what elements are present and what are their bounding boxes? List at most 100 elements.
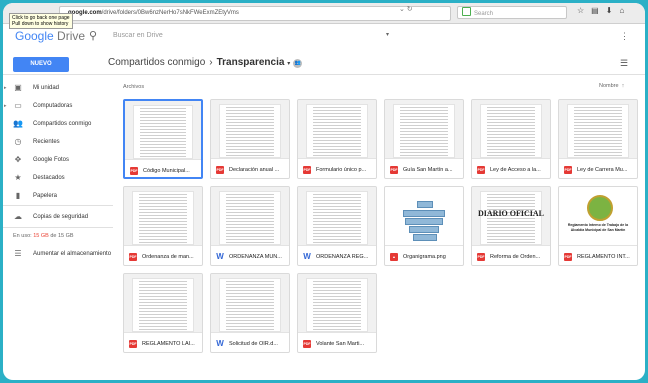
address-bar[interactable]: google.com/drive/folders/0Bw6nzNerHo7sNk… bbox=[59, 6, 451, 21]
page-preview bbox=[480, 104, 542, 158]
sidebar-divider bbox=[3, 227, 113, 228]
drive-logo[interactable]: Google Drive bbox=[15, 29, 85, 43]
file-name: REGLAMENTO INT... bbox=[577, 254, 630, 260]
sidebar-divider bbox=[3, 205, 113, 206]
cloud-icon: ☁ bbox=[14, 212, 22, 221]
page-preview bbox=[219, 104, 281, 158]
pdf-file-icon: PDF bbox=[564, 253, 572, 261]
search-options-icon[interactable]: ▾ bbox=[386, 31, 389, 38]
file-tile[interactable]: PDF Declaración anual ... bbox=[210, 99, 290, 179]
new-button[interactable]: NUEVO bbox=[13, 57, 69, 72]
apps-grid-icon[interactable]: ⋮⋮ bbox=[620, 31, 645, 41]
file-area: Archivos Nombre ↑ PDF Código Municipal...… bbox=[115, 77, 645, 380]
file-tile[interactable]: PDF Formulario único p... bbox=[297, 99, 377, 179]
header-icons: ⋮⋮ bbox=[620, 31, 645, 42]
file-tile[interactable]: PDF REGLAMENTO LAI... bbox=[123, 273, 203, 353]
expand-icon[interactable]: ▸ bbox=[4, 99, 7, 113]
file-thumbnail bbox=[125, 101, 201, 159]
browser-search-box[interactable]: Search bbox=[457, 6, 567, 19]
file-footer: PDF Guía San Martín a... bbox=[385, 158, 463, 178]
file-tile[interactable]: DIARIO OFICIAL PDF Reforma de Orden... bbox=[471, 186, 551, 266]
sidebar-item-label: Aumentar el almacenamiento bbox=[33, 251, 112, 257]
home-icon[interactable]: ⌂ bbox=[619, 6, 631, 15]
page-preview bbox=[132, 191, 194, 245]
expand-icon[interactable]: ▸ bbox=[4, 81, 7, 95]
file-thumbnail bbox=[385, 187, 463, 245]
file-footer: W ORDENANZA REG... bbox=[298, 245, 376, 265]
reglamento-title: Reglamento Interno de Trabajo de la Alca… bbox=[567, 223, 629, 232]
file-name: Código Municipal... bbox=[143, 168, 190, 174]
pdf-file-icon: PDF bbox=[477, 166, 485, 174]
sidebar-item-backups[interactable]: ☁ Copias de seguridad bbox=[3, 210, 113, 224]
sidebar-item-label: Compartidos conmigo bbox=[33, 121, 92, 127]
back-button-tooltip: Click to go back one page Pull down to s… bbox=[9, 13, 73, 29]
drive-search[interactable]: ⚲ Buscar en Drive ▾ bbox=[89, 29, 389, 45]
pdf-file-icon: PDF bbox=[216, 166, 224, 174]
file-footer: PDF Formulario único p... bbox=[298, 158, 376, 178]
breadcrumb-parent[interactable]: Compartidos conmigo bbox=[108, 57, 205, 68]
sidebar-item-google-fotos[interactable]: ✥ Google Fotos bbox=[3, 153, 113, 167]
sort-arrow-icon[interactable]: ↑ bbox=[622, 83, 625, 89]
sidebar-item-recientes[interactable]: ◷ Recientes bbox=[3, 135, 113, 149]
upgrade-storage-link[interactable]: ☰ Aumentar el almacenamiento bbox=[3, 247, 113, 261]
download-icon[interactable]: ⬇ bbox=[606, 6, 620, 15]
sort-control[interactable]: Nombre ↑ bbox=[599, 83, 624, 89]
municipal-seal-icon bbox=[587, 195, 613, 221]
bookmark-star-icon[interactable]: ☆ bbox=[577, 6, 591, 15]
file-tile[interactable]: PDF Guía San Martín a... bbox=[384, 99, 464, 179]
sidebar-item-computadoras[interactable]: ▸ ▭ Computadoras bbox=[3, 99, 113, 113]
file-name: Solicitud de OIR.d... bbox=[229, 341, 278, 347]
page-preview bbox=[306, 278, 368, 332]
pinwheel-icon: ✥ bbox=[14, 155, 22, 164]
search-engine-icon bbox=[462, 7, 471, 16]
file-tile[interactable]: PDF Ordenanza de man... bbox=[123, 186, 203, 266]
storage-suffix: de 15 GB bbox=[50, 233, 74, 239]
reload-icon[interactable]: ⌄ ↻ bbox=[399, 5, 413, 13]
file-tile[interactable]: ▲ Organigrama.png bbox=[384, 186, 464, 266]
file-tile[interactable]: Reglamento Interno de Trabajo de la Alca… bbox=[558, 186, 638, 266]
sidebar-item-destacados[interactable]: ★ Destacados bbox=[3, 171, 113, 185]
file-tile[interactable]: W Solicitud de OIR.d... bbox=[210, 273, 290, 353]
list-view-icon[interactable]: ☰ bbox=[620, 58, 640, 68]
word-file-icon: W bbox=[216, 252, 224, 261]
section-label: Archivos bbox=[123, 84, 145, 90]
sidebar-item-mi-unidad[interactable]: ▸ ▣ Mi unidad bbox=[3, 81, 113, 95]
page-preview bbox=[306, 104, 368, 158]
folder-menu-icon[interactable]: ▾ bbox=[287, 61, 290, 67]
file-tile[interactable]: PDF Volante San Marti... bbox=[297, 273, 377, 353]
browser-toolbar: google.com/drive/folders/0Bw6nzNerHo7sNk… bbox=[3, 3, 645, 24]
storage-prefix: En uso: bbox=[13, 233, 32, 239]
drive-search-input[interactable]: Buscar en Drive bbox=[113, 32, 163, 39]
sidebar-item-papelera[interactable]: ▮ Papelera bbox=[3, 189, 113, 203]
search-icon[interactable]: ⚲ bbox=[89, 29, 97, 42]
breadcrumb-current[interactable]: Transparencia bbox=[217, 57, 285, 68]
file-tile[interactable]: PDF Código Municipal... bbox=[123, 99, 203, 179]
breadcrumb-separator-icon: › bbox=[209, 57, 213, 68]
tooltip-line: Pull down to show history bbox=[12, 21, 69, 27]
file-name: Ley de Acceso a la... bbox=[490, 167, 541, 173]
page-preview bbox=[219, 191, 281, 245]
sidebar-item-label: Papelera bbox=[33, 193, 58, 199]
file-tile[interactable]: PDF Ley de Acceso a la... bbox=[471, 99, 551, 179]
file-thumbnail: Reglamento Interno de Trabajo de la Alca… bbox=[559, 187, 637, 245]
file-tile[interactable]: W ORDENANZA MUN... bbox=[210, 186, 290, 266]
file-thumbnail bbox=[211, 187, 289, 245]
sidebar-item-compartidos[interactable]: 👥 Compartidos conmigo bbox=[3, 117, 113, 131]
file-thumbnail bbox=[385, 100, 463, 158]
file-tile[interactable]: PDF Ley de Carrera Mu... bbox=[558, 99, 638, 179]
org-chart-thumbnail bbox=[399, 201, 449, 241]
file-name: ORDENANZA MUN... bbox=[229, 254, 282, 260]
sidebar-item-label: Google Fotos bbox=[33, 157, 70, 163]
page-preview bbox=[133, 105, 193, 159]
file-thumbnail bbox=[298, 187, 376, 245]
file-name: Volante San Marti... bbox=[316, 341, 364, 347]
reading-list-icon[interactable]: ▤ bbox=[591, 6, 606, 15]
drive-header: Google Drive ⚲ Buscar en Drive ▾ ⋮⋮ bbox=[3, 24, 645, 50]
trash-icon: ▮ bbox=[15, 191, 21, 200]
shared-folder-icon[interactable]: 👥 bbox=[293, 59, 303, 68]
page-preview bbox=[480, 191, 542, 245]
file-footer: PDF Reforma de Orden... bbox=[472, 245, 550, 265]
file-thumbnail bbox=[298, 274, 376, 332]
file-tile[interactable]: W ORDENANZA REG... bbox=[297, 186, 377, 266]
word-file-icon: W bbox=[216, 339, 224, 348]
